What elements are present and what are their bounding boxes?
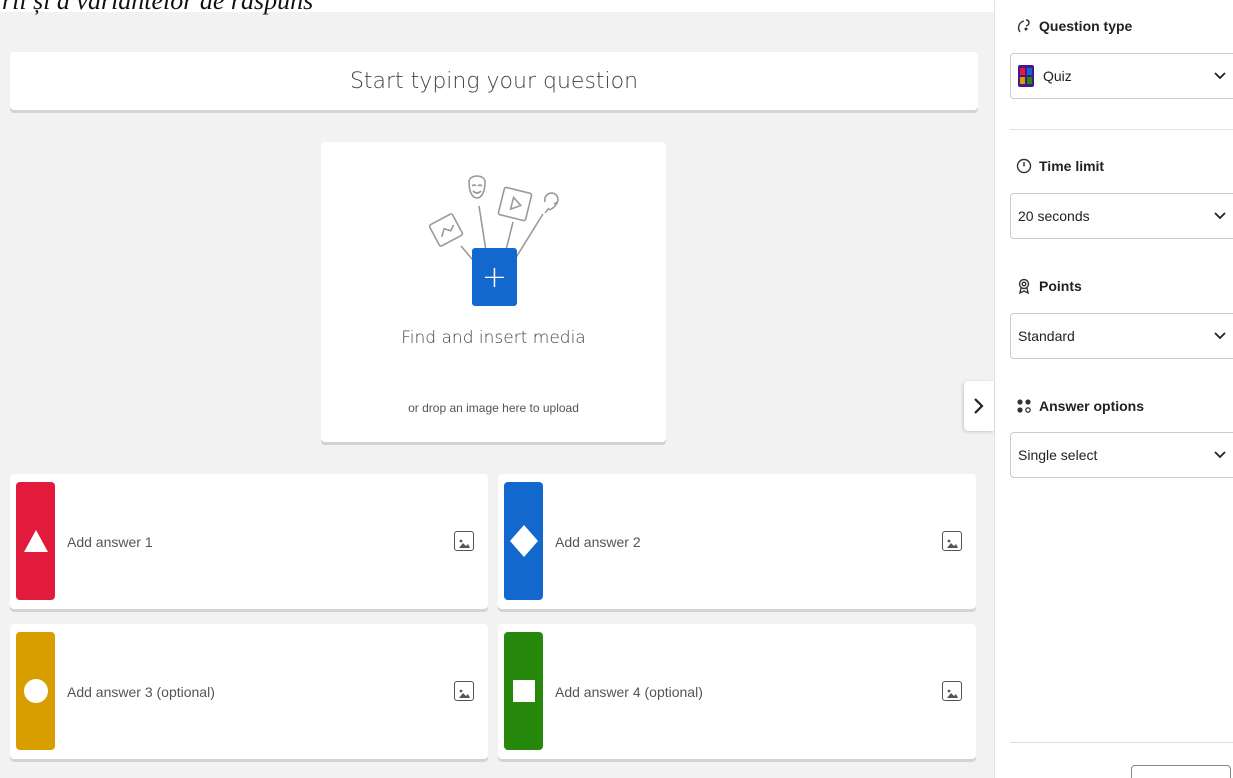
insert-media-button[interactable]: + xyxy=(472,248,517,306)
clock-icon xyxy=(1015,157,1033,175)
points-value: Standard xyxy=(1018,328,1075,344)
question-placeholder: Start typing your question xyxy=(349,68,639,94)
triangle-icon xyxy=(23,530,48,552)
time-limit-value: 20 seconds xyxy=(1018,208,1090,224)
chevron-down-icon xyxy=(1214,72,1226,80)
answer-tile-blue xyxy=(504,482,543,600)
image-icon[interactable] xyxy=(454,531,474,551)
points-heading: Points xyxy=(1015,277,1082,295)
footer-action-right[interactable] xyxy=(1131,765,1231,778)
quiz-icon xyxy=(1018,65,1034,87)
question-type-value: Quiz xyxy=(1043,68,1072,84)
image-icon[interactable] xyxy=(942,531,962,551)
image-icon[interactable] xyxy=(454,681,474,701)
chevron-down-icon xyxy=(1214,451,1226,459)
page-caption: rii și a variantelor de răspuns xyxy=(2,0,314,15)
panel-footer-divider xyxy=(1010,742,1233,743)
chevron-down-icon xyxy=(1214,332,1226,340)
media-subtitle: or drop an image here to upload xyxy=(408,401,579,415)
media-dropzone[interactable]: + Find and insert media or drop an image… xyxy=(321,142,666,442)
answer-tile-red xyxy=(16,482,55,600)
answer-options-value: Single select xyxy=(1018,447,1098,463)
chevron-right-icon xyxy=(974,398,984,414)
chevron-down-icon xyxy=(1214,212,1226,220)
answer-input-1[interactable]: Add answer 1 xyxy=(67,474,153,609)
image-icon[interactable] xyxy=(942,681,962,701)
footer-action-left[interactable] xyxy=(1043,766,1083,778)
settings-panel: Question type Quiz Time limit 20 seconds… xyxy=(994,0,1233,778)
square-icon xyxy=(512,680,535,702)
answer-tile-green xyxy=(504,632,543,750)
question-type-dropdown[interactable]: Quiz xyxy=(1010,53,1233,99)
question-editor: Start typing your question + Find and in… xyxy=(0,12,994,778)
divider xyxy=(1010,129,1233,130)
answer-card-4[interactable]: Add answer 4 (optional) xyxy=(498,624,976,759)
answer-input-4[interactable]: Add answer 4 (optional) xyxy=(555,624,703,759)
answer-card-3[interactable]: Add answer 3 (optional) xyxy=(10,624,488,759)
answer-card-2[interactable]: Add answer 2 xyxy=(498,474,976,609)
dots-grid-icon xyxy=(1015,397,1033,415)
award-icon xyxy=(1015,277,1033,295)
time-limit-dropdown[interactable]: 20 seconds xyxy=(1010,193,1233,239)
points-label: Points xyxy=(1039,278,1082,294)
answer-tile-yellow xyxy=(16,632,55,750)
time-limit-label: Time limit xyxy=(1039,158,1105,174)
question-type-label: Question type xyxy=(1039,18,1133,34)
plus-icon: + xyxy=(481,259,508,295)
answer-options-heading: Answer options xyxy=(1015,397,1144,415)
time-limit-heading: Time limit xyxy=(1015,157,1104,175)
answer-input-3[interactable]: Add answer 3 (optional) xyxy=(67,624,215,759)
question-type-icon xyxy=(1015,17,1033,35)
question-type-heading: Question type xyxy=(1015,17,1132,35)
media-title: Find and insert media xyxy=(401,328,586,348)
answer-options-label: Answer options xyxy=(1039,398,1145,414)
points-dropdown[interactable]: Standard xyxy=(1010,313,1233,359)
answer-card-1[interactable]: Add answer 1 xyxy=(10,474,488,609)
answer-input-2[interactable]: Add answer 2 xyxy=(555,474,641,609)
diamond-icon xyxy=(509,525,538,557)
circle-icon xyxy=(23,679,48,703)
answer-options-dropdown[interactable]: Single select xyxy=(1010,432,1233,478)
question-input[interactable]: Start typing your question xyxy=(10,52,978,110)
collapse-panel-button[interactable] xyxy=(964,381,994,431)
